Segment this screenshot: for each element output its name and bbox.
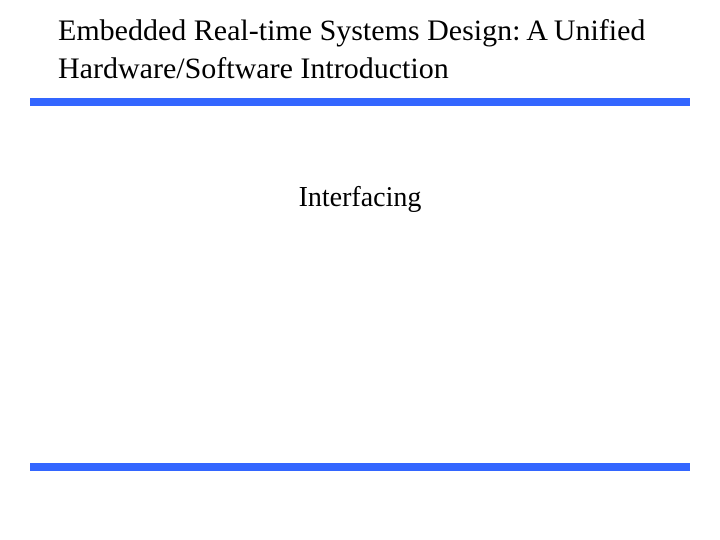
divider-bottom <box>30 463 690 471</box>
slide-container: Embedded Real-time Systems Design: A Uni… <box>0 0 720 540</box>
slide-subtitle: Interfacing <box>0 182 720 214</box>
divider-top <box>30 98 690 106</box>
slide-title: Embedded Real-time Systems Design: A Uni… <box>58 12 680 87</box>
